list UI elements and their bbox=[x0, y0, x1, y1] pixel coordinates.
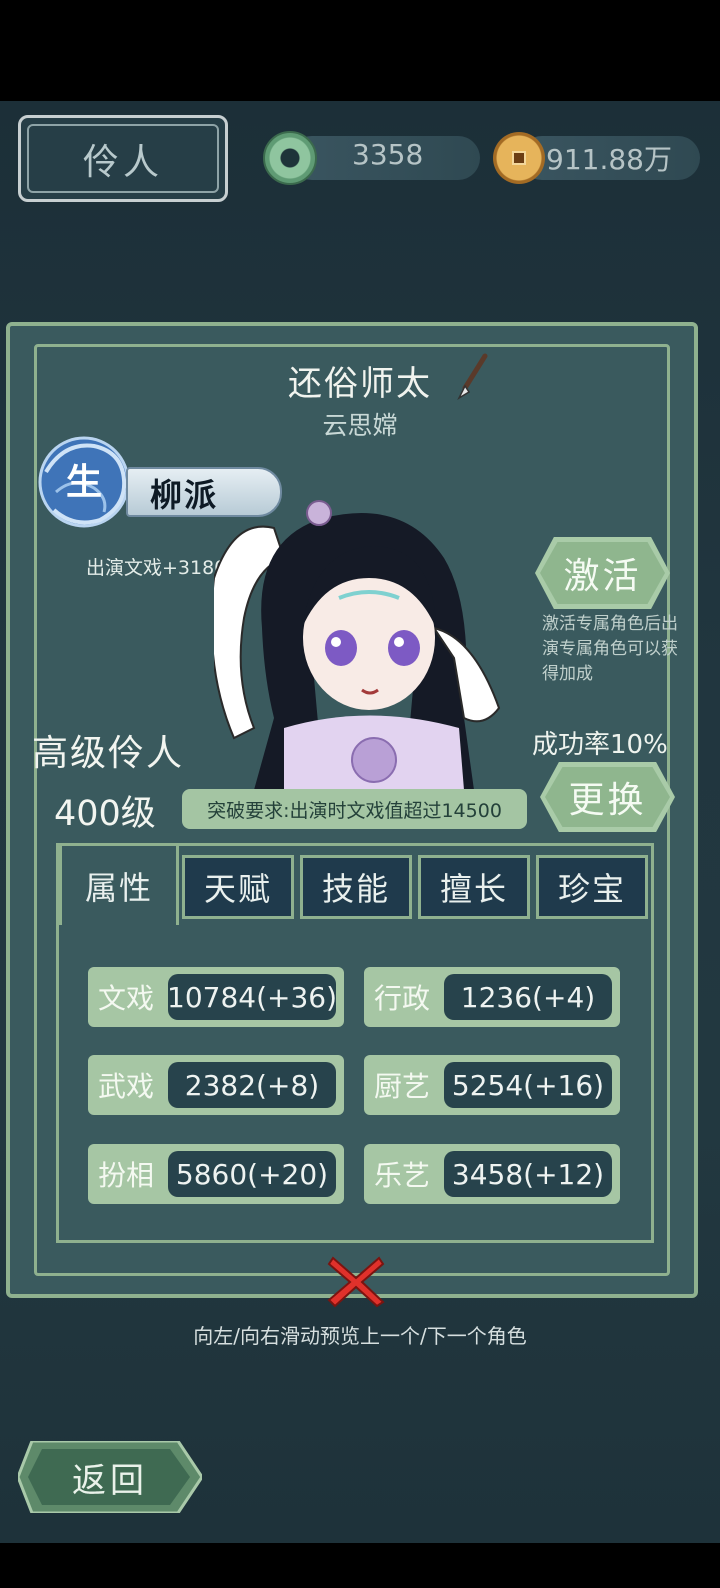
performance-bonus: 出演文戏+3180 bbox=[86, 557, 227, 579]
stat-banxiang: 扮相 5860(+20) bbox=[88, 1144, 344, 1204]
stat-label: 文戏 bbox=[98, 982, 155, 1015]
tab-talent[interactable]: 天赋 bbox=[182, 855, 294, 919]
stat-value: 3458(+12) bbox=[444, 1151, 612, 1197]
stat-label: 武戏 bbox=[98, 1070, 155, 1103]
stat-wenxi: 文戏 10784(+36) bbox=[88, 967, 344, 1027]
character-portrait bbox=[214, 500, 501, 790]
level: 400级 bbox=[54, 794, 156, 834]
jade-disc-icon bbox=[263, 131, 317, 185]
coin-icon bbox=[493, 132, 545, 184]
brush-icon[interactable] bbox=[455, 352, 491, 402]
success-rate: 成功率10% bbox=[532, 730, 668, 760]
stat-label: 乐艺 bbox=[374, 1159, 431, 1192]
character-name: 还俗师太 bbox=[288, 364, 432, 404]
tab-specialty[interactable]: 擅长 bbox=[418, 855, 530, 919]
stat-value: 1236(+4) bbox=[444, 974, 612, 1020]
swipe-hint: 向左/向右滑动预览上一个/下一个角色 bbox=[193, 1324, 527, 1348]
faction-name: 柳派 bbox=[150, 476, 219, 514]
dragon-emblem-icon: 生 bbox=[38, 436, 130, 528]
tab-skills[interactable]: 技能 bbox=[300, 855, 412, 919]
activate-description: 激活专属角色后出演专属角色可以获得加成 bbox=[542, 614, 678, 684]
replace-label: 更换 bbox=[568, 780, 647, 821]
back-button[interactable]: 返回 bbox=[18, 1441, 202, 1513]
stat-value: 10784(+36) bbox=[167, 974, 337, 1020]
stat-chuyi: 厨艺 5254(+16) bbox=[364, 1055, 620, 1115]
tab-attributes[interactable]: 属性 bbox=[59, 843, 179, 925]
activate-label: 激活 bbox=[563, 556, 642, 597]
stat-label: 厨艺 bbox=[374, 1070, 431, 1103]
stat-value: 5860(+20) bbox=[168, 1151, 336, 1197]
close-icon[interactable] bbox=[325, 1252, 387, 1310]
stat-label: 行政 bbox=[374, 982, 431, 1015]
back-label: 返回 bbox=[72, 1460, 148, 1501]
stat-xingzheng: 行政 1236(+4) bbox=[364, 967, 620, 1027]
replace-button[interactable]: 更换 bbox=[540, 762, 675, 832]
page-title: 伶人 bbox=[82, 141, 163, 183]
page-title-plate: 伶人 bbox=[18, 115, 228, 202]
rank-title: 高级伶人 bbox=[32, 733, 185, 774]
jade-value: 3358 bbox=[352, 138, 424, 171]
stat-label: 扮相 bbox=[98, 1159, 155, 1192]
activate-button[interactable]: 激活 bbox=[535, 537, 670, 609]
system-nav-area bbox=[0, 1543, 720, 1588]
stat-value: 2382(+8) bbox=[168, 1062, 336, 1108]
coin-value: 911.88万 bbox=[546, 143, 672, 176]
stat-value: 5254(+16) bbox=[444, 1062, 612, 1108]
stat-yueyi: 乐艺 3458(+12) bbox=[364, 1144, 620, 1204]
stat-wuxi: 武戏 2382(+8) bbox=[88, 1055, 344, 1115]
tab-treasure[interactable]: 珍宝 bbox=[536, 855, 648, 919]
breakthrough-requirement: 突破要求:出演时文戏值超过14500 bbox=[182, 789, 527, 829]
role-glyph: 生 bbox=[66, 462, 102, 503]
